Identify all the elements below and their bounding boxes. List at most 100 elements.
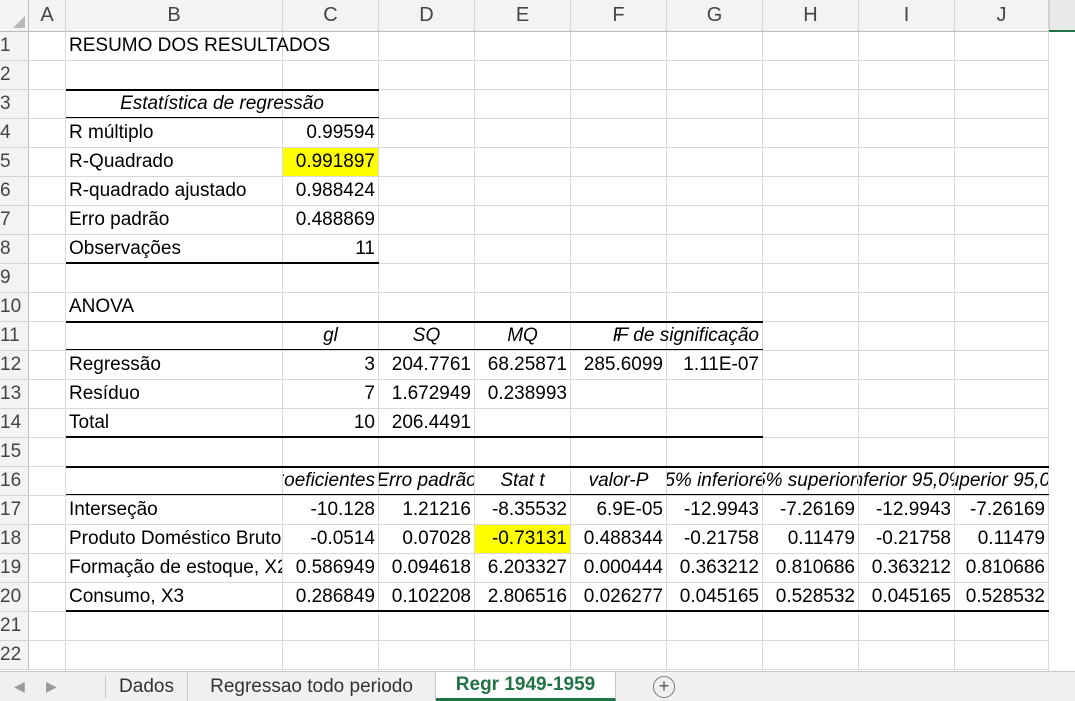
stat-value[interactable]: 0.99594 [283,119,378,147]
coef-value[interactable]: -12.9943 [667,496,762,524]
row-header-21[interactable]: 21 [0,612,29,641]
coef-value[interactable]: 2.806516 [475,583,570,611]
coef-header[interactable]: Superior 95,0% [955,467,1048,495]
row-header-11[interactable]: 11 [0,322,29,351]
anova-header[interactable]: MQ [475,322,570,350]
anova-value[interactable] [571,409,666,437]
anova-value[interactable] [475,409,570,437]
column-header-g[interactable]: G [667,0,763,32]
anova-header[interactable]: gl [283,322,378,350]
coef-header[interactable]: Stat t [475,467,570,495]
column-header-j[interactable]: J [955,0,1049,32]
coef-value[interactable]: 6.9E-05 [571,496,666,524]
coef-row-label[interactable]: Interseção [66,496,282,524]
coef-value[interactable]: 0.810686 [763,554,858,582]
anova-value[interactable]: 0.238993 [475,380,570,408]
coef-value[interactable]: 0.528532 [763,583,858,611]
row-header-1[interactable]: 1 [0,32,29,61]
coef-value[interactable]: 0.07028 [379,525,474,553]
row-header-6[interactable]: 6 [0,177,29,206]
column-header-h[interactable]: H [763,0,859,32]
row-header-7[interactable]: 7 [0,206,29,235]
stat-label[interactable]: R-quadrado ajustado [66,177,282,205]
column-header-b[interactable]: B [66,0,283,32]
row-header-3[interactable]: 3 [0,90,29,119]
coef-value[interactable]: 0.586949 [283,554,378,582]
row-header-20[interactable]: 20 [0,583,29,612]
row-header-17[interactable]: 17 [0,496,29,525]
stat-value[interactable]: 0.488869 [283,206,378,234]
stat-value[interactable]: 0.991897 [283,148,378,176]
coef-value[interactable]: 6.203327 [475,554,570,582]
stat-value[interactable]: 0.988424 [283,177,378,205]
coef-value[interactable]: -8.35532 [475,496,570,524]
anova-value[interactable]: 68.25871 [475,351,570,379]
coef-header[interactable]: 95% superiores [763,467,858,495]
column-header-i[interactable]: I [859,0,955,32]
summary-title[interactable]: RESUMO DOS RESULTADOS [66,32,330,60]
anova-value[interactable]: 285.6099 [571,351,666,379]
coef-value[interactable]: 0.026277 [571,583,666,611]
coef-value[interactable]: 1.21216 [379,496,474,524]
anova-value[interactable] [571,380,666,408]
coef-value[interactable]: -7.26169 [763,496,858,524]
row-header-8[interactable]: 8 [0,235,29,264]
add-sheet-icon[interactable]: + [653,676,675,698]
coef-header[interactable]: Inferior 95,0% [859,467,954,495]
anova-value[interactable] [667,409,762,437]
column-header-d[interactable]: D [379,0,475,32]
anova-value[interactable]: 1.11E-07 [667,351,762,379]
select-all-corner[interactable] [0,0,29,32]
coef-value[interactable]: -0.21758 [859,525,954,553]
column-header-e[interactable]: E [475,0,571,32]
tab-regr-1949-1959[interactable]: Regr 1949-1959 [436,672,616,701]
coef-header[interactable]: Coeficientes [283,467,378,495]
stat-label[interactable]: R-Quadrado [66,148,282,176]
coef-value[interactable]: -0.73131 [475,525,570,553]
anova-header[interactable]: SQ [379,322,474,350]
coef-value[interactable]: 0.094618 [379,554,474,582]
tab-scroll-left-icon[interactable]: ◀ [14,678,25,695]
anova-value[interactable]: 204.7761 [379,351,474,379]
column-header-f[interactable]: F [571,0,667,32]
anova-value[interactable]: 10 [283,409,378,437]
coef-value[interactable]: 0.045165 [859,583,954,611]
coef-value[interactable]: 0.102208 [379,583,474,611]
anova-value[interactable]: 206.4491 [379,409,474,437]
row-header-15[interactable]: 15 [0,438,29,467]
anova-row-label[interactable]: Regressão [66,351,282,379]
coef-row-label[interactable]: Formação de estoque, X2 [66,554,282,582]
coef-value[interactable]: 0.363212 [667,554,762,582]
row-header-18[interactable]: 18 [0,525,29,554]
row-header-5[interactable]: 5 [0,148,29,177]
anova-value[interactable]: 7 [283,380,378,408]
stat-label[interactable]: R múltiplo [66,119,282,147]
coef-row-label[interactable]: Produto Doméstico Bruto [66,525,282,553]
row-header-12[interactable]: 12 [0,351,29,380]
column-header-c[interactable]: C [283,0,379,32]
coef-value[interactable]: 0.11479 [763,525,858,553]
column-header-a[interactable]: A [29,0,66,32]
coef-value[interactable]: 0.045165 [667,583,762,611]
row-header-16[interactable]: 16 [0,467,29,496]
row-header-4[interactable]: 4 [0,119,29,148]
coef-value[interactable]: -7.26169 [955,496,1048,524]
row-header-10[interactable]: 10 [0,293,29,322]
row-header-13[interactable]: 13 [0,380,29,409]
coef-value[interactable]: 0.11479 [955,525,1048,553]
row-header-14[interactable]: 14 [0,409,29,438]
coef-value[interactable]: -0.21758 [667,525,762,553]
coef-value[interactable]: -10.128 [283,496,378,524]
coef-value[interactable]: 0.286849 [283,583,378,611]
coef-value[interactable]: -0.0514 [283,525,378,553]
row-header-22[interactable]: 22 [0,641,29,670]
coef-header[interactable]: valor-P [571,467,666,495]
stat-label[interactable]: Observações [66,235,282,263]
spreadsheet-grid[interactable]: A B C D E F G H I J 1 2 3 4 5 6 7 8 9 10 11 12 13 14 15 16 17 18 19 2… [0,0,1075,671]
coef-value[interactable]: 0.810686 [955,554,1048,582]
tab-dados[interactable]: Dados [106,672,188,701]
stat-label[interactable]: Erro padrão [66,206,282,234]
coef-value[interactable]: 0.000444 [571,554,666,582]
anova-value[interactable]: 3 [283,351,378,379]
coef-value[interactable]: -12.9943 [859,496,954,524]
